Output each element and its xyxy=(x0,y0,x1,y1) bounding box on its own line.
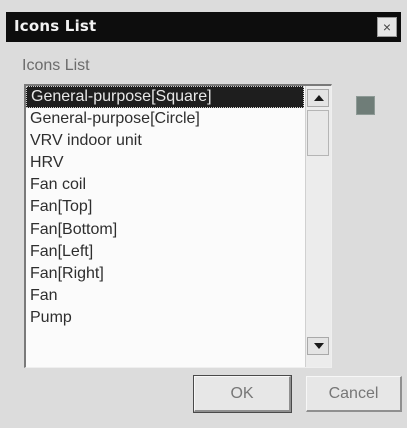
scroll-down-button[interactable] xyxy=(307,337,329,355)
list-item[interactable]: Fan[Bottom] xyxy=(26,219,304,241)
list-item[interactable]: General-purpose[Square] xyxy=(26,86,304,109)
cancel-button[interactable]: Cancel xyxy=(306,376,402,412)
icons-list: General-purpose[Square] General-purpose[… xyxy=(26,86,304,329)
ok-button[interactable]: OK xyxy=(193,375,292,413)
scroll-thumb[interactable] xyxy=(307,110,329,156)
arrow-down-icon xyxy=(314,343,324,349)
title-bar[interactable]: Icons List × xyxy=(6,12,401,42)
list-item[interactable]: General-purpose[Circle] xyxy=(26,108,304,130)
scroll-up-button[interactable] xyxy=(307,89,329,107)
icons-listbox[interactable]: General-purpose[Square] General-purpose[… xyxy=(24,84,332,368)
list-item[interactable]: Fan coil xyxy=(26,174,304,196)
list-item[interactable]: HRV xyxy=(26,152,304,174)
group-label: Icons List xyxy=(22,57,90,74)
vertical-scrollbar[interactable] xyxy=(305,86,331,367)
icon-preview xyxy=(356,96,375,115)
close-button[interactable]: × xyxy=(377,17,397,37)
list-item[interactable]: Fan[Left] xyxy=(26,241,304,263)
list-item[interactable]: Fan[Top] xyxy=(26,196,304,218)
list-item[interactable]: Pump xyxy=(26,307,304,329)
list-item[interactable]: Fan xyxy=(26,285,304,307)
icons-list-dialog: Icons List × Icons List General-purpose[… xyxy=(0,0,407,428)
list-item[interactable]: Fan[Right] xyxy=(26,263,304,285)
arrow-up-icon xyxy=(314,95,324,101)
window-title: Icons List xyxy=(14,17,97,35)
list-item[interactable]: VRV indoor unit xyxy=(26,130,304,152)
